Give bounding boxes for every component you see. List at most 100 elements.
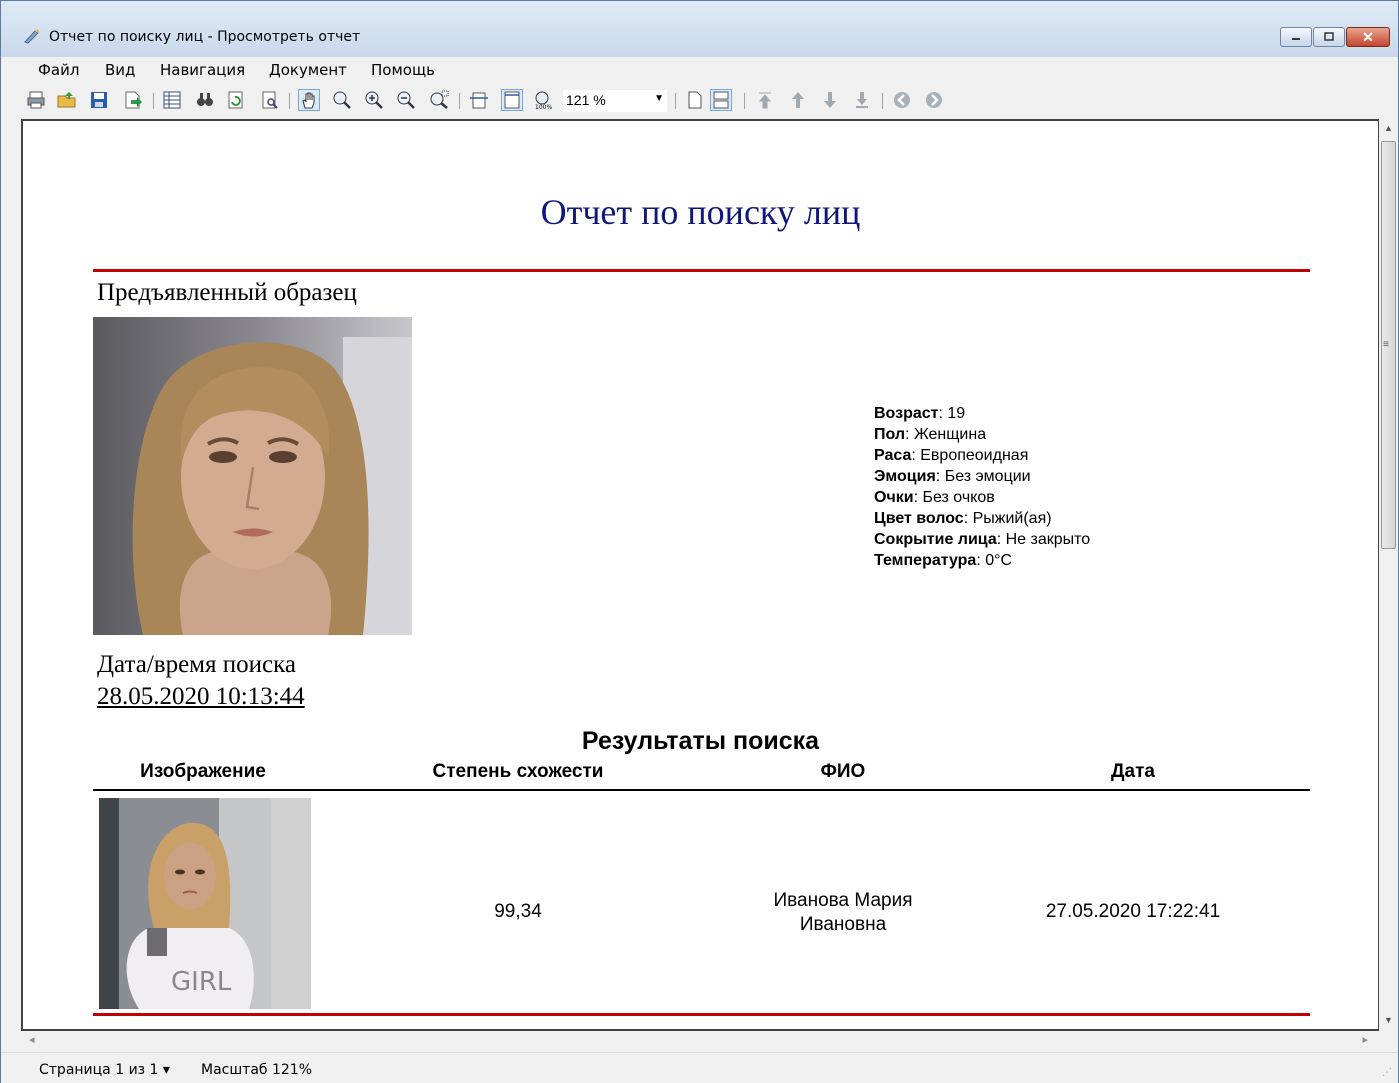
prev-page-icon	[792, 92, 804, 108]
toolbar: 100% 121 % ▼	[1, 83, 1398, 117]
menu-navigation[interactable]: Навигация	[160, 61, 245, 79]
title-separator	[93, 269, 1310, 272]
status-bar: Страница 1 из 1 ▾ Масштаб 121% ⋰	[1, 1052, 1398, 1083]
attr-gender: Пол: Женщина	[874, 426, 987, 443]
report-title: Отчет по поиску лиц	[540, 192, 861, 232]
toolbar-separator	[153, 93, 154, 109]
multi-page-button[interactable]	[710, 89, 732, 111]
report-page: Отчет по поиску лиц Предъявленный образе…	[21, 119, 1380, 1031]
first-page-icon	[758, 92, 772, 109]
face-attributes: Возраст: 19 Пол: Женщина Раса: Европеоид…	[874, 403, 1090, 571]
next-page-icon	[824, 92, 836, 108]
find-button[interactable]	[194, 89, 216, 111]
zoom-tool-button[interactable]	[331, 89, 353, 111]
menu-document[interactable]: Документ	[269, 61, 347, 79]
sample-label: Предъявленный образец	[97, 279, 357, 306]
attr-race: Раса: Европеоидная	[874, 447, 1029, 464]
preview-button[interactable]	[259, 89, 281, 111]
scroll-up-icon[interactable]: ▲	[1384, 123, 1393, 133]
print-button[interactable]	[25, 89, 47, 111]
menu-file[interactable]: Файл	[38, 61, 79, 79]
minimize-icon	[1292, 38, 1300, 40]
forward-icon	[926, 92, 942, 108]
result-name-line1: Иванова Мария	[773, 890, 913, 911]
toolbar-separator	[882, 93, 883, 109]
back-icon	[894, 92, 910, 108]
zoom-out-icon	[397, 91, 415, 109]
table-bottom-separator	[93, 1013, 1310, 1016]
prev-page-button[interactable]	[787, 89, 809, 111]
title-bar: Отчет по поиску лиц - Просмотреть отчет …	[1, 1, 1398, 57]
close-icon: ✕	[1362, 28, 1374, 45]
export-icon	[125, 91, 142, 109]
zoom-region-icon	[430, 90, 449, 109]
toolbar-separator	[744, 93, 745, 109]
zoom-100-button[interactable]: 100%	[532, 89, 554, 111]
save-button[interactable]	[88, 89, 110, 111]
zoom-combobox[interactable]: 121 % ▼	[563, 90, 667, 112]
results-title: Результаты поиска	[581, 727, 820, 755]
attr-temperature: Температура: 0°C	[874, 552, 1013, 569]
attr-face-cover: Сокрытие лица: Не закрыто	[874, 531, 1091, 548]
next-page-button[interactable]	[819, 89, 841, 111]
column-header-date: Дата	[1111, 761, 1155, 782]
report-viewer-window: Отчет по поиску лиц - Просмотреть отчет …	[0, 0, 1399, 1083]
zoom-out-button[interactable]	[395, 89, 417, 111]
print-icon	[27, 91, 45, 109]
back-button[interactable]	[891, 89, 913, 111]
attr-emotion: Эмоция: Без эмоции	[874, 468, 1031, 485]
scroll-left-icon[interactable]: ◂	[29, 1033, 35, 1046]
search-datetime-label: Дата/время поиска	[97, 651, 296, 678]
forward-button[interactable]	[923, 89, 945, 111]
horizontal-scrollbar[interactable]: ◂ ▸	[21, 1031, 1380, 1050]
scroll-right-icon[interactable]: ▸	[1362, 1033, 1368, 1046]
window-title: Отчет по поиску лиц - Просмотреть отчет	[49, 29, 361, 45]
page-width-icon	[470, 92, 488, 109]
export-button[interactable]	[122, 89, 144, 111]
result-face-image: GIRL	[99, 798, 311, 1009]
save-icon	[91, 92, 107, 108]
maximize-button[interactable]	[1313, 27, 1345, 47]
header-separator	[93, 789, 1310, 791]
attr-hair-color: Цвет волос: Рыжий(ая)	[874, 510, 1052, 527]
last-page-icon	[856, 92, 868, 108]
page-width-button[interactable]	[468, 89, 490, 111]
app-icon	[24, 29, 40, 44]
toolbar-separator	[289, 93, 290, 109]
menu-view[interactable]: Вид	[105, 61, 135, 79]
resize-grip-icon[interactable]: ⋰	[1382, 1067, 1392, 1078]
whole-page-icon	[504, 91, 520, 109]
first-page-button[interactable]	[754, 89, 776, 111]
single-page-button[interactable]	[684, 89, 706, 111]
column-header-name: ФИО	[820, 761, 866, 782]
zoom-in-icon	[365, 91, 383, 109]
result-shirt-text: GIRL	[171, 967, 232, 997]
attr-age: Возраст: 19	[874, 405, 966, 422]
whole-page-button[interactable]	[501, 89, 523, 111]
close-button[interactable]: ✕	[1346, 27, 1390, 47]
parameters-button[interactable]	[161, 89, 183, 111]
last-page-button[interactable]	[851, 89, 873, 111]
result-name: Иванова Мария Ивановна	[703, 889, 983, 937]
column-header-similarity: Степень схожести	[432, 761, 604, 782]
hand-icon	[302, 92, 315, 109]
menu-help[interactable]: Помощь	[371, 61, 435, 79]
refresh-icon	[228, 91, 243, 109]
minimize-button[interactable]	[1280, 27, 1312, 47]
hand-tool-button[interactable]	[298, 89, 320, 111]
zoom-in-button[interactable]	[363, 89, 385, 111]
find-icon	[197, 93, 213, 106]
zoom-100-icon: 100%	[535, 91, 552, 110]
menu-bar: Файл Вид Навигация Документ Помощь	[1, 57, 1398, 83]
attr-glasses: Очки: Без очков	[874, 489, 995, 506]
zoom-region-button[interactable]	[428, 89, 450, 111]
refresh-button[interactable]	[225, 89, 247, 111]
vertical-scrollbar[interactable]: ▲ ≡ ▼	[1379, 119, 1398, 1031]
toolbar-separator	[459, 93, 460, 109]
scroll-down-icon[interactable]: ▼	[1384, 1015, 1393, 1025]
maximize-icon	[1324, 32, 1334, 41]
page-indicator[interactable]: Страница 1 из 1 ▾	[39, 1062, 170, 1078]
open-button[interactable]	[56, 89, 78, 111]
chevron-down-icon: ▼	[654, 93, 664, 104]
result-name-line2: Ивановна	[799, 914, 887, 935]
